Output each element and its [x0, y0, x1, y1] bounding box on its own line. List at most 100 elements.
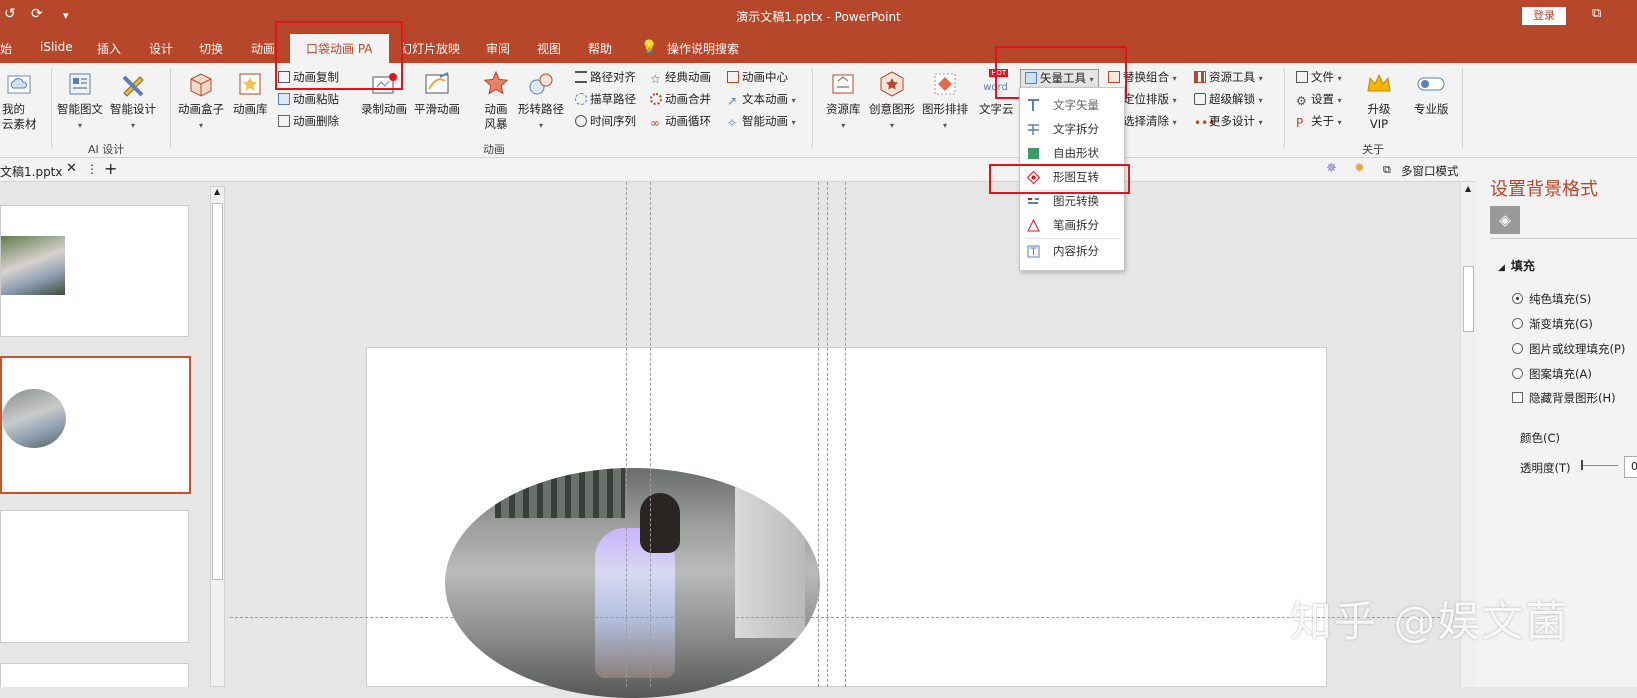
- settings-button[interactable]: ⚙ 设置 ▾: [1296, 91, 1342, 109]
- smart-design-button[interactable]: 智能设计 ▾: [110, 69, 156, 133]
- scroll-thumb[interactable]: [212, 203, 223, 580]
- transparency-slider-thumb[interactable]: [1581, 460, 1583, 470]
- tab-pocket-animation[interactable]: 口袋动画 PA: [290, 34, 389, 63]
- menu-shape-image-convert-label: 形图互转: [1053, 170, 1099, 184]
- menu-shape-image-convert[interactable]: 形图互转: [1020, 165, 1124, 189]
- canvas-scroll-up-icon[interactable]: ▲: [1465, 184, 1471, 193]
- replace-group-label: 替换组合: [1123, 70, 1169, 84]
- ribbon: 我的 云素材 智能图文 ▾ 智能设计 ▾ AI 设计 动画盒子 ▾ 动画库 动画复制 …: [0, 63, 1637, 158]
- close-icon[interactable]: ✕: [66, 161, 77, 176]
- smart-text-button[interactable]: 智能图文 ▾: [57, 69, 103, 133]
- more-design-button[interactable]: •••更多设计 ▾: [1194, 113, 1263, 131]
- text-cloud-button[interactable]: HOT word 文字云: [979, 69, 1014, 117]
- tab-help[interactable]: 帮助: [588, 40, 612, 57]
- menu-free-shape[interactable]: 自由形状: [1020, 141, 1124, 165]
- tab-islide[interactable]: iSlide: [40, 40, 73, 54]
- tab-design[interactable]: 设计: [149, 40, 173, 57]
- morph-path-button[interactable]: 形转路径 ▾: [518, 69, 564, 133]
- tab-transitions[interactable]: 切换: [199, 40, 223, 57]
- hide-bg-checkbox[interactable]: [1512, 392, 1523, 403]
- picture-fill-option[interactable]: 图片或纹理填充(P): [1512, 341, 1625, 357]
- thumbnail-scrollbar[interactable]: ▲: [210, 186, 225, 687]
- menu-content-split[interactable]: 内容拆分: [1020, 239, 1124, 263]
- upgrade-vip-button[interactable]: 升级 VIP: [1364, 69, 1394, 132]
- fill-section-header[interactable]: ◢ 填充: [1498, 257, 1535, 274]
- gradient-fill-option[interactable]: 渐变填充(G): [1512, 316, 1593, 332]
- vector-tool-button[interactable]: 矢量工具 ▾: [1020, 69, 1099, 89]
- new-tab-icon[interactable]: +: [104, 159, 117, 178]
- menu-stroke-split[interactable]: 笔画拆分: [1020, 213, 1124, 237]
- ribbon-tabs: 始 iSlide 插入 设计 切换 动画 口袋动画 PA 幻灯片放映 审阅 视图…: [0, 31, 1637, 63]
- window-title: 演示文稿1.pptx - PowerPoint: [736, 10, 901, 24]
- res-tool-button[interactable]: 资源工具 ▾: [1194, 69, 1263, 87]
- radio-picture[interactable]: [1512, 343, 1523, 354]
- smart-anim-button[interactable]: ✧ 智能动画 ▾: [727, 113, 796, 131]
- anim-storm-button[interactable]: 动画 风暴: [481, 69, 511, 132]
- tab-animations[interactable]: 动画: [251, 40, 275, 57]
- tab-slideshow[interactable]: 幻灯片放映: [400, 40, 460, 57]
- text-anim-button[interactable]: ↗ 文本动画 ▾: [727, 91, 796, 109]
- transparency-input[interactable]: 0: [1624, 456, 1637, 478]
- tab-view[interactable]: 视图: [537, 40, 561, 57]
- slide-thumb-2-selected[interactable]: [0, 356, 191, 494]
- login-button[interactable]: 登录: [1522, 7, 1566, 25]
- anim-delete-label: 动画删除: [293, 114, 339, 128]
- pattern-fill-option[interactable]: 图案填充(A): [1512, 366, 1592, 382]
- path-align-button[interactable]: 路径对齐: [575, 69, 636, 85]
- creative-shape-button[interactable]: 创意图形 ▾: [869, 69, 915, 133]
- more-vert-icon[interactable]: ⋮: [86, 162, 98, 176]
- transparency-slider[interactable]: [1582, 465, 1618, 466]
- slide-thumb-1[interactable]: [0, 205, 189, 337]
- solid-fill-option[interactable]: 纯色填充(S): [1512, 291, 1591, 307]
- about-button[interactable]: P 关于 ▾: [1296, 113, 1342, 131]
- res-lib-button[interactable]: 资源库 ▾: [826, 69, 861, 133]
- anim-center-label: 动画中心: [742, 70, 788, 84]
- shape-layout-button[interactable]: 图形排排 ▾: [922, 69, 968, 133]
- oval-photo[interactable]: [445, 468, 820, 698]
- wall-shape: [735, 478, 805, 638]
- fill-bucket-icon[interactable]: ◈: [1490, 206, 1520, 234]
- radio-gradient[interactable]: [1512, 318, 1523, 329]
- scroll-up-icon[interactable]: ▲: [214, 187, 220, 196]
- anim-delete-button[interactable]: 动画删除: [278, 113, 339, 129]
- anim-storm-label-2: 风暴: [484, 117, 508, 131]
- file-button[interactable]: 文件 ▾: [1296, 69, 1342, 87]
- smooth-anim-button[interactable]: 平滑动画: [414, 69, 460, 117]
- replace-group-button[interactable]: 替换组合 ▾: [1108, 69, 1177, 87]
- anim-paste-button[interactable]: 动画粘贴: [278, 91, 339, 107]
- anim-loop-button[interactable]: ∞ 动画循环: [650, 113, 711, 129]
- menu-text-vector[interactable]: 文字矢量: [1020, 93, 1124, 117]
- slide-thumb-3[interactable]: [0, 510, 189, 643]
- tab-home[interactable]: 始: [0, 40, 12, 57]
- sketch-path-button[interactable]: 描草路径: [575, 91, 636, 107]
- slide-editor[interactable]: [366, 347, 1327, 698]
- tell-me-search[interactable]: 操作说明搜索: [667, 40, 739, 57]
- anim-merge-button[interactable]: 动画合并: [650, 91, 711, 107]
- morph-path-label: 形转路径: [518, 102, 564, 116]
- menu-element-convert[interactable]: 图元转换: [1020, 189, 1124, 213]
- radio-pattern[interactable]: [1512, 368, 1523, 379]
- hide-bg-graphics-option[interactable]: 隐藏背景图形(H): [1512, 390, 1616, 406]
- tab-review[interactable]: 审阅: [486, 40, 510, 57]
- my-cloud-button[interactable]: 我的 云素材: [2, 69, 37, 132]
- classic-anim-button[interactable]: ☆ 经典动画: [650, 69, 711, 85]
- pro-edition-button[interactable]: 专业版: [1414, 69, 1449, 117]
- slide-thumb-4[interactable]: [0, 663, 189, 687]
- tab-insert[interactable]: 插入: [97, 40, 121, 57]
- time-seq-button[interactable]: 时间序列: [575, 113, 636, 129]
- ribbon-display-icon[interactable]: ⧉: [1592, 6, 1601, 21]
- record-anim-button[interactable]: 录制动画: [361, 69, 407, 117]
- anim-lib-button[interactable]: 动画库: [233, 69, 268, 117]
- canvas-scroll-thumb[interactable]: [1463, 266, 1474, 332]
- settings-gear-icon[interactable]: ✹: [1354, 161, 1365, 176]
- radio-solid[interactable]: [1512, 293, 1523, 304]
- menu-text-split[interactable]: 文字拆分: [1020, 117, 1124, 141]
- anim-copy-button[interactable]: 动画复制: [278, 69, 339, 85]
- anim-box-button[interactable]: 动画盒子 ▾: [178, 69, 224, 133]
- super-unlock-button[interactable]: 超级解锁 ▾: [1194, 91, 1263, 109]
- anim-center-button[interactable]: 动画中心: [727, 69, 788, 85]
- multi-window-button[interactable]: 多窗口模式: [1401, 163, 1459, 179]
- sparkle-icon[interactable]: ✵: [1326, 161, 1337, 176]
- document-tab[interactable]: 文稿1.pptx: [0, 163, 63, 180]
- window-bars: [495, 468, 625, 518]
